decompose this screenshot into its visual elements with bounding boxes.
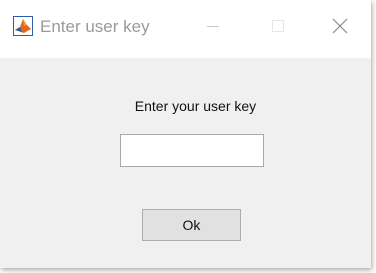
dialog-window: Enter user key Enter your user key Ok: [0, 0, 371, 268]
ok-button[interactable]: Ok: [142, 209, 241, 241]
user-key-input[interactable]: [120, 134, 264, 167]
minimize-button[interactable]: [198, 10, 238, 42]
prompt-label: Enter your user key: [134, 98, 257, 114]
close-button[interactable]: [325, 10, 365, 42]
title-bar[interactable]: Enter user key: [0, 0, 371, 58]
matlab-membrane-icon[interactable]: [13, 16, 33, 36]
minimize-icon: [207, 26, 219, 27]
window-title: Enter user key: [40, 17, 150, 36]
close-icon: [332, 18, 348, 34]
dialog-content: Enter your user key Ok: [0, 58, 371, 268]
maximize-button[interactable]: [258, 10, 298, 42]
maximize-icon: [272, 20, 284, 32]
